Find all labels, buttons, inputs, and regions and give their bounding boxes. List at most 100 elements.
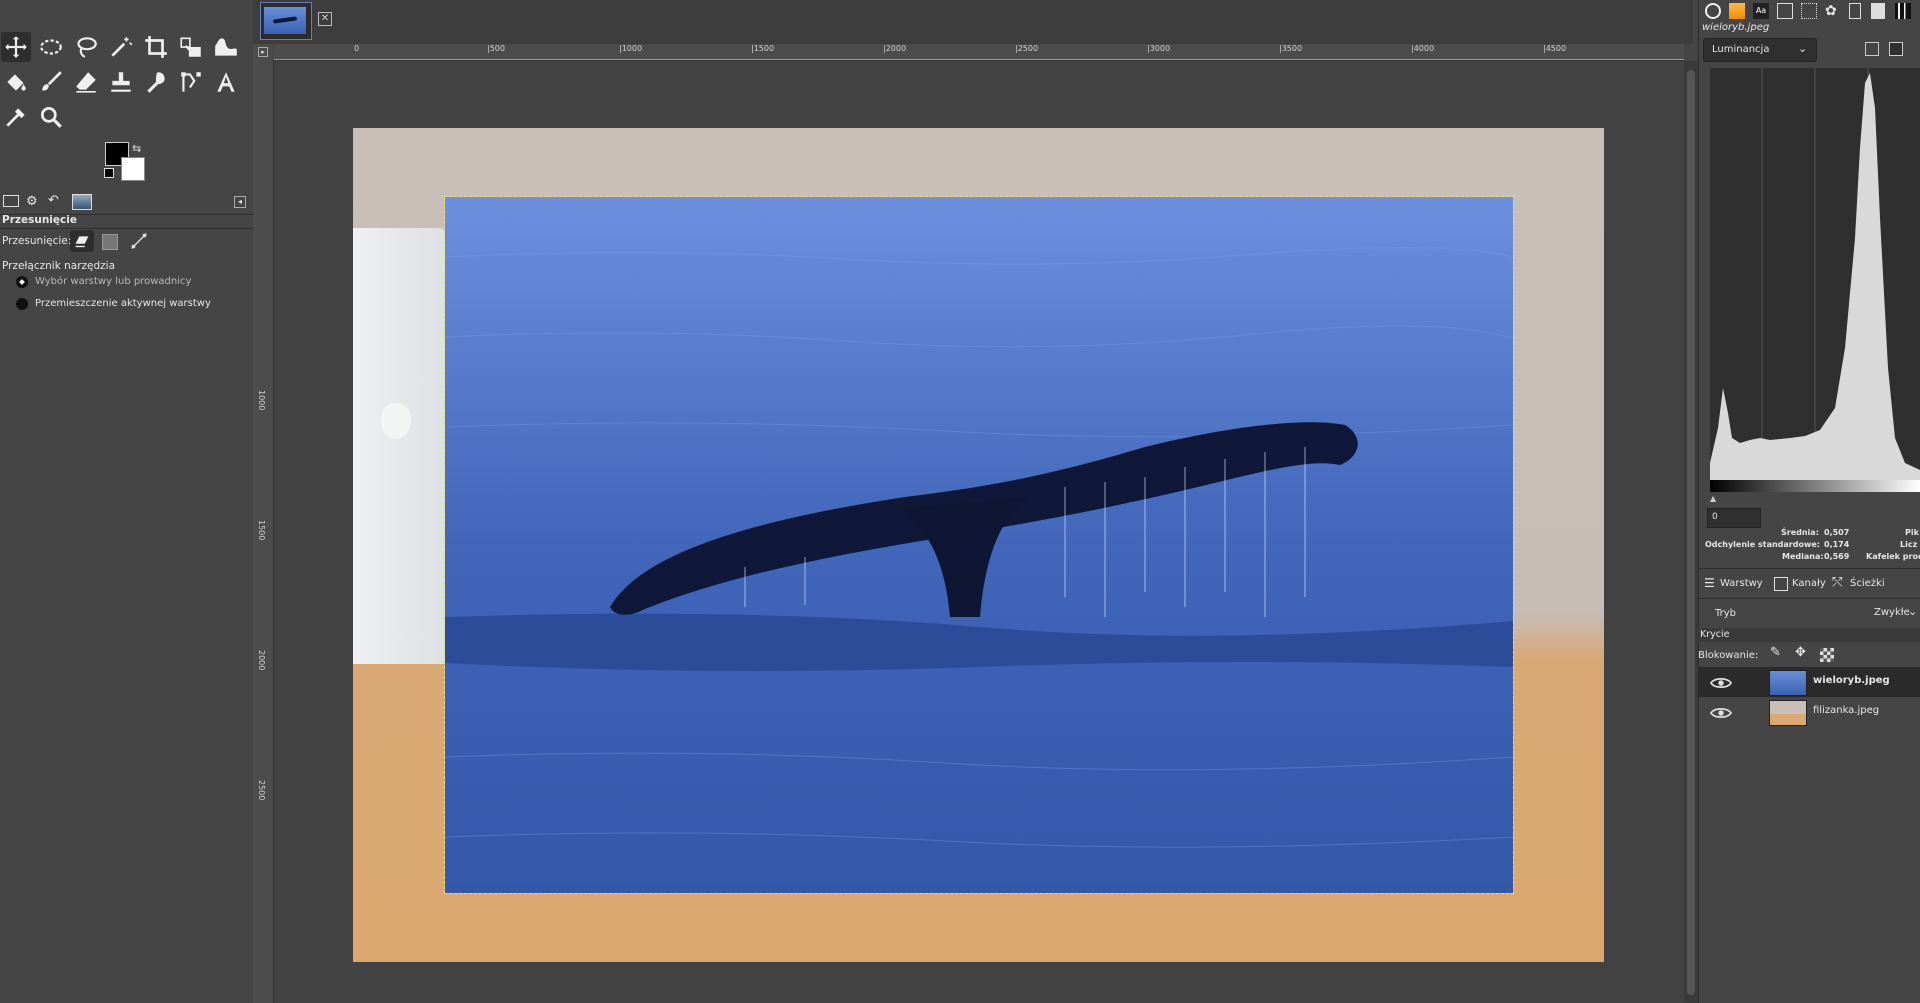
log-histogram-icon[interactable] xyxy=(1889,42,1903,56)
std-label: Odchylenie standardowe: xyxy=(1705,540,1820,549)
image-tab-bar xyxy=(253,0,1693,44)
background-color-swatch[interactable] xyxy=(121,157,145,181)
ruler-corner[interactable]: ▸ xyxy=(253,44,273,60)
tab-layers[interactable]: Warstwy xyxy=(1720,578,1763,589)
ruler-tick: |4500 xyxy=(1543,44,1567,53)
lock-pixels-icon[interactable]: ✎ xyxy=(1770,645,1781,660)
fuzzy-select-icon[interactable] xyxy=(106,32,136,62)
ruler-tick: |4000 xyxy=(1411,44,1435,53)
paths-tab-icon[interactable]: ⤲ xyxy=(1832,575,1842,590)
document-tab-icon[interactable] xyxy=(1849,3,1861,19)
radio-active-layer[interactable] xyxy=(16,298,28,310)
ruler-tick: 2500 xyxy=(257,780,266,801)
images-tab-icon[interactable] xyxy=(72,194,92,210)
ruler-tick: |1500 xyxy=(751,44,775,53)
ruler-tick: 1000 xyxy=(257,390,266,411)
tool-options-title: Przesunięcie xyxy=(2,214,77,226)
crop-icon[interactable] xyxy=(141,32,171,62)
paintbrush-icon[interactable] xyxy=(36,67,66,97)
option-pick-layer: Wybór warstwy lub prowadnicy xyxy=(35,276,192,287)
tool-options-tab-icon[interactable] xyxy=(3,195,19,207)
layer-thumbnail xyxy=(1769,700,1807,726)
histogram-tab-icon[interactable] xyxy=(1895,3,1911,19)
histogram-channel-value: Luminancja xyxy=(1712,44,1770,55)
tab-channels[interactable]: Kanały xyxy=(1792,578,1826,589)
text-tool-icon[interactable] xyxy=(211,67,241,97)
zoom-icon[interactable] xyxy=(36,102,66,132)
layers-tab-icon[interactable]: ☰ xyxy=(1704,576,1715,590)
ruler-tick: 2000 xyxy=(257,650,266,671)
bucket-fill-icon[interactable] xyxy=(1,67,31,97)
lock-position-icon[interactable]: ✥ xyxy=(1795,645,1806,660)
mean-label: Średnia: xyxy=(1781,528,1819,537)
channels-tab-icon[interactable] xyxy=(1774,577,1788,591)
move-selection-button[interactable] xyxy=(102,234,118,250)
ellipse-select-icon[interactable] xyxy=(36,32,66,62)
move-path-button[interactable] xyxy=(128,230,150,256)
whale-layer-image[interactable] xyxy=(444,196,1514,894)
ruler-tick: 0 xyxy=(354,44,360,53)
percentile-label: Kafelek proc xyxy=(1866,552,1920,561)
mode-value: Zwykłe xyxy=(1874,607,1910,618)
vertical-ruler[interactable]: 1000 1500 2000 2500 xyxy=(253,60,274,1003)
mode-select[interactable]: Zwykłe ⌄ xyxy=(1840,602,1920,624)
layer-name[interactable]: wieloryb.jpeg xyxy=(1813,675,1890,686)
pixels-label: Pik xyxy=(1905,528,1919,537)
visibility-eye-icon[interactable] xyxy=(1709,675,1733,689)
chevron-down-icon: ⌄ xyxy=(1908,605,1918,618)
undo-history-tab-icon[interactable]: ↶ xyxy=(48,193,59,208)
image-tab-thumbnail[interactable] xyxy=(260,2,312,40)
fonts-tab-icon[interactable]: Aa xyxy=(1753,3,1769,19)
layer-thumbnail xyxy=(1769,670,1807,696)
histogram-graph[interactable] xyxy=(1710,68,1920,480)
ruler-tick: 1500 xyxy=(257,520,266,541)
layer-row-whale[interactable]: wieloryb.jpeg xyxy=(1698,667,1920,697)
horizontal-ruler[interactable]: 0 |500 |1000 |1500 |2000 |2500 |3000 |35… xyxy=(274,44,1684,61)
opacity-label: Krycie xyxy=(1700,629,1730,640)
patterns-tab-icon[interactable] xyxy=(1729,3,1745,19)
option-active-layer: Przemieszczenie aktywnej warstwy xyxy=(35,298,211,309)
layer-name[interactable]: filizanka.jpeg xyxy=(1813,705,1879,716)
close-tab-icon[interactable]: ✕ xyxy=(318,12,332,26)
default-colors-icon[interactable] xyxy=(104,168,114,178)
ruler-tick: |500 xyxy=(487,44,505,53)
opacity-slider[interactable]: Krycie xyxy=(1698,628,1920,642)
move-mode-label: Przesunięcie: xyxy=(2,235,72,247)
dynamics-tab-icon[interactable]: ✿ xyxy=(1825,3,1837,19)
scrollbar-thumb[interactable] xyxy=(1687,70,1695,995)
warp-icon[interactable] xyxy=(211,32,241,62)
layer-row-cup[interactable]: filizanka.jpeg xyxy=(1698,697,1920,727)
radio-pick-layer[interactable] xyxy=(16,276,28,288)
device-status-tab-icon[interactable]: ⚙ xyxy=(26,194,38,209)
lasso-icon[interactable] xyxy=(71,32,101,62)
lock-alpha-icon[interactable] xyxy=(1820,648,1834,662)
histogram-gradient xyxy=(1710,480,1920,492)
move-tool-icon[interactable] xyxy=(1,32,31,62)
ruler-tick: |3000 xyxy=(1147,44,1171,53)
templates-tab-icon[interactable] xyxy=(1801,3,1817,19)
range-slider-handle-icon[interactable]: ▲ xyxy=(1710,494,1716,503)
lock-label: Blokowanie: xyxy=(1698,650,1759,661)
visibility-eye-icon[interactable] xyxy=(1709,705,1733,719)
clipboard-tab-icon[interactable] xyxy=(1871,3,1885,19)
brushes-tab-icon[interactable] xyxy=(1705,3,1721,19)
move-layer-button[interactable] xyxy=(70,230,94,252)
layers-dock-tabs: ☰ Warstwy Kanały ⤲ Ścieżki xyxy=(1704,574,1920,596)
histogram-channel-select[interactable]: Luminancja ⌄ xyxy=(1703,38,1817,62)
clone-icon[interactable] xyxy=(106,67,136,97)
ruler-tick: |3500 xyxy=(1279,44,1303,53)
configure-tab-icon[interactable]: ◂ xyxy=(234,196,246,208)
linear-histogram-icon[interactable] xyxy=(1865,42,1879,56)
paths-icon[interactable] xyxy=(176,67,206,97)
color-picker-icon[interactable] xyxy=(1,102,31,132)
transform-icon[interactable] xyxy=(176,32,206,62)
document-history-tab-icon[interactable] xyxy=(1777,3,1793,19)
dock-tabs: ⚙ ↶ ◂ xyxy=(0,192,253,215)
smudge-icon[interactable] xyxy=(141,67,171,97)
range-start-spinner[interactable]: 0 xyxy=(1707,508,1761,528)
tab-paths[interactable]: Ścieżki xyxy=(1850,578,1885,589)
eraser-icon[interactable] xyxy=(71,67,101,97)
swap-colors-icon[interactable]: ⇆ xyxy=(132,142,141,155)
apple-logo-icon xyxy=(381,403,411,439)
tool-switch-label: Przełącznik narzędzia xyxy=(2,260,116,272)
